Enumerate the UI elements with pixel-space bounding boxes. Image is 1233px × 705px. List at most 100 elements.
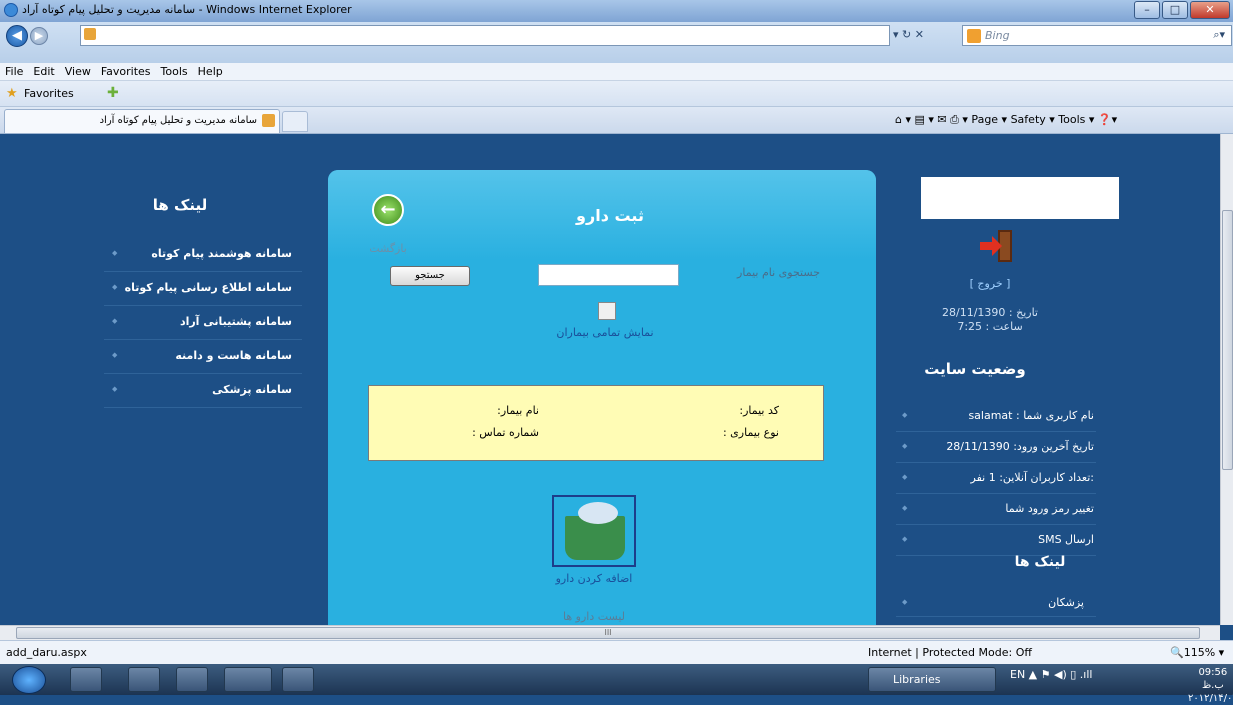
arrow-icon: ◆ [902,504,908,512]
menu-help[interactable]: Help [193,63,228,80]
search-icon[interactable]: ⌕▾ [1213,28,1225,42]
user-banner [921,177,1119,219]
back-nav-icon[interactable]: ◀ [6,25,28,47]
drug-list-link[interactable]: لیست دارو ها [530,610,658,623]
right-link-item[interactable]: پزشکان ◆ [896,589,1096,617]
arrow-icon: ◆ [902,535,908,543]
left-link-item[interactable]: سامانه اطلاع رسانی پیام کوتاه ◆ [104,272,302,306]
patient-code-label: کد بیمار: [739,404,779,417]
arrow-icon: ◆ [902,411,908,419]
arrow-icon: ◆ [112,249,118,257]
horizontal-scroll-thumb[interactable]: III [16,627,1200,639]
add-drug-link[interactable]: اضافه کردن دارو [530,572,658,585]
add-favorite-icon[interactable]: ✚ [107,85,119,101]
arrow-icon: ◆ [902,442,908,450]
arrow-icon: ◆ [112,317,118,325]
contact-number-label: شماره تماس : [472,426,539,439]
patients-list-icon[interactable] [598,302,616,320]
bing-search-input[interactable]: Bing ⌕▾ [962,25,1232,46]
back-label[interactable]: بازگشت [358,242,418,255]
menu-edit[interactable]: Edit [28,63,59,80]
ie-taskbar-icon[interactable] [224,667,272,692]
status-item-label: ارسال SMS [1038,533,1094,546]
menu-file[interactable]: File [0,63,28,80]
page-favicon-icon [84,28,96,40]
clock-time: 09:56 ب.ظ [1198,667,1228,691]
pill-icon [578,502,618,524]
arrow-icon: ◆ [112,283,118,291]
right-links-list: پزشکان ◆ [896,589,1096,617]
show-all-patients-link[interactable]: نمایش تمامی بیماران [530,326,680,339]
minimize-button[interactable]: – [1134,1,1160,19]
send-sms-link[interactable]: ارسال SMS ◆ [896,525,1096,556]
bing-placeholder: Bing [985,29,1010,42]
vertical-scrollbar[interactable] [1220,134,1233,625]
disease-type-label: نوع بیماری : [722,426,779,439]
back-arrow-icon[interactable]: ← [372,194,404,226]
status-item-label: :تعداد کاربران آنلاین: 1 نفر [970,471,1094,484]
favorites-button[interactable]: Favorites [24,87,74,100]
left-link-label: سامانه پشتیبانی آراد [179,315,292,328]
left-link-label: سامانه پزشکی [212,383,292,396]
favorites-star-icon[interactable]: ★ [6,86,18,101]
search-label: جستجوی نام بیمار [737,266,820,279]
forward-nav-icon[interactable]: ▶ [30,27,48,45]
address-tools[interactable]: ▾ ↻ ✕ [893,28,924,41]
menu-view[interactable]: View [60,63,96,80]
new-tab-button[interactable] [282,111,308,132]
left-link-label: سامانه هوشمند پیام کوتاه [151,247,292,260]
clock-date: ۲۰۱۲/۱۴/۰۲ [1188,693,1233,704]
start-button[interactable] [12,666,46,694]
horizontal-scrollbar[interactable]: III [0,625,1220,640]
left-link-item[interactable]: سامانه پشتیبانی آراد ◆ [104,306,302,340]
logout-link[interactable]: [ خروج ] [930,277,1050,290]
menu-tools[interactable]: Tools [156,63,193,80]
zoom-level[interactable]: 🔍115% ▾ [1170,646,1224,659]
tab-active[interactable]: سامانه مدیریت و تحلیل پیام کوتاه آراد [4,109,280,133]
right-link-label: پزشکان [1048,596,1084,609]
left-links-list: سامانه هوشمند پیام کوتاه ◆ سامانه اطلاع ر… [104,238,302,408]
patient-name-label: نام بیمار: [497,404,539,417]
close-button[interactable]: ✕ [1190,1,1230,19]
maximize-button[interactable]: □ [1162,1,1188,19]
libraries-taskbar-button[interactable]: Libraries [868,667,996,692]
vertical-scroll-thumb[interactable] [1222,210,1233,470]
patient-search-input[interactable] [538,264,679,286]
status-item-label: نام کاربری شما : salamat [968,409,1094,422]
window-title: سامانه مدیریت و تحلیل پیام کوتاه آراد - … [22,3,352,16]
status-bar: add_daru.aspx Internet | Protected Mode:… [0,640,1233,664]
explorer-taskbar-icon[interactable] [70,667,102,692]
solitaire-taskbar-icon[interactable] [128,667,160,692]
status-item: :تعداد کاربران آنلاین: 1 نفر ◆ [896,463,1096,494]
arrow-icon: ◆ [902,598,908,606]
left-link-label: سامانه هاست و دامنه [175,349,292,362]
tab-bar: سامانه مدیریت و تحلیل پیام کوتاه آراد ⌂ … [0,107,1233,134]
address-input[interactable] [80,25,890,46]
left-link-label: سامانه اطلاع رسانی پیام کوتاه [124,281,292,294]
media-taskbar-icon[interactable] [176,667,208,692]
window-titlebar: سامانه مدیریت و تحلیل پیام کوتاه آراد - … [0,0,1233,22]
security-zone[interactable]: Internet | Protected Mode: Off [868,646,1032,659]
system-tray[interactable]: EN ▲ ⚑ ◀) ▯ .ıll [1010,668,1092,681]
left-link-item[interactable]: سامانه پزشکی ◆ [104,374,302,408]
left-link-item[interactable]: سامانه هوشمند پیام کوتاه ◆ [104,238,302,272]
status-item: تاریخ آخرین ورود: 28/11/1390 ◆ [896,432,1096,463]
libraries-label: Libraries [893,673,941,686]
menu-favorites[interactable]: Favorites [96,63,156,80]
date-time: تاریخ : 28/11/1390 ساعت : 7:25 [900,306,1080,334]
date-text: تاریخ : 28/11/1390 [942,306,1038,319]
page-content: لینک ها سامانه هوشمند پیام کوتاه ◆ سامانه… [0,134,1220,625]
language-indicator[interactable]: EN [1010,668,1025,681]
patient-info-box: کد بیمار: نام بیمار: نوع بیماری : شماره … [368,385,824,461]
left-link-item[interactable]: سامانه هاست و دامنه ◆ [104,340,302,374]
time-text: ساعت : 7:25 [957,320,1023,333]
site-status-list: نام کاربری شما : salamat ◆ تاریخ آخرین ور… [896,401,1096,556]
change-password-link[interactable]: تغییر رمز ورود شما ◆ [896,494,1096,525]
paint-taskbar-icon[interactable] [282,667,314,692]
command-bar[interactable]: ⌂ ▾ ▤ ▾ ✉ ⎙ ▾ Page ▾ Safety ▾ Tools ▾ ❓▾ [895,113,1117,127]
search-button[interactable]: جستجو [390,266,470,286]
status-item-label: تغییر رمز ورود شما [1005,502,1094,515]
favorites-bar: ★ Favorites ✚ [0,81,1233,107]
exit-door-icon[interactable] [978,226,1018,266]
clock[interactable]: 09:56 ب.ظ ۲۰۱۲/۱۴/۰۲ [1188,666,1233,705]
